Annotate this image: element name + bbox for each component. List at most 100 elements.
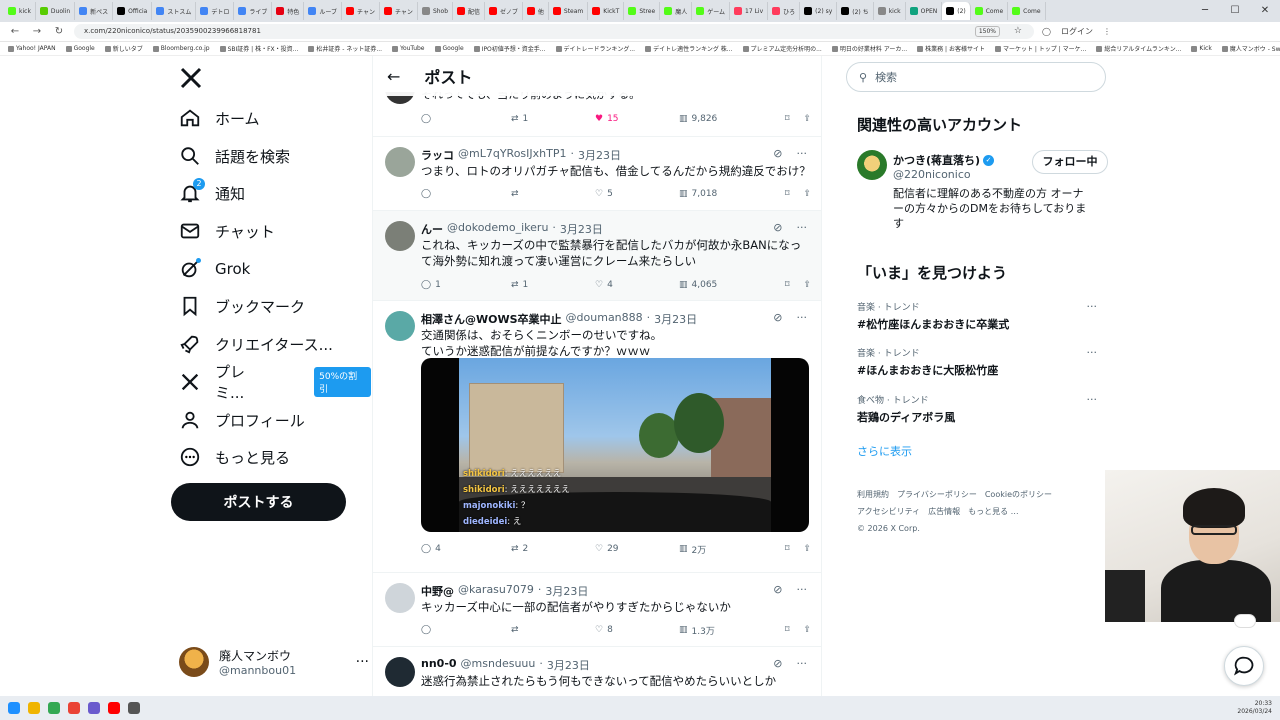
account-switcher[interactable]: 廃人マンボウ @mannbou01 ··· <box>179 644 369 680</box>
reply-action[interactable]: ◯ <box>421 625 511 635</box>
tweet[interactable]: ラッコ @mL7qYRosIJxhTP1 · 3月23日 ⊘ ··· つまり、ロトのオリパガ… <box>373 136 821 210</box>
bookmark-icon[interactable]: ⌑ <box>785 625 790 635</box>
minimize-button[interactable]: ─ <box>1190 0 1220 22</box>
browser-tab[interactable]: Come <box>1008 2 1046 20</box>
bookmark-icon[interactable]: ⌑ <box>785 114 790 124</box>
maximize-button[interactable]: ☐ <box>1220 0 1250 22</box>
nav-item[interactable]: ホーム <box>179 100 260 136</box>
close-window-button[interactable]: ✕ <box>1250 0 1280 22</box>
share-icon[interactable]: ⇪ <box>803 625 811 635</box>
browser-tab[interactable]: チャン <box>380 2 418 20</box>
share-icon[interactable]: ⇪ <box>803 544 811 554</box>
author-handle[interactable]: @mL7qYRosIJxhTP1 <box>458 147 566 163</box>
browser-tab[interactable]: KickT <box>588 2 625 20</box>
nav-item[interactable]: クリエイタース... <box>179 326 333 362</box>
author-name[interactable]: nn0-0 <box>421 657 457 673</box>
heart-action[interactable]: ♡ 29 <box>595 544 679 554</box>
more-dots-icon[interactable]: ··· <box>1087 393 1098 406</box>
bookmark-item[interactable]: SBI証券 | 株・FX・投資... <box>219 44 298 53</box>
browser-tab[interactable]: Duolin <box>36 2 76 20</box>
profile-icon[interactable]: ◯ <box>1042 27 1051 36</box>
nav-item[interactable]: 2 通知 <box>179 175 245 211</box>
show-more-link[interactable]: さらに表示 <box>857 443 912 459</box>
views-action[interactable]: ▥ 4,065 <box>679 280 769 290</box>
browser-tab[interactable]: Shob <box>418 2 454 20</box>
footer-link[interactable]: Cookieのポリシー <box>985 490 1052 499</box>
tweet[interactable]: 中野@ @karasu7079 · 3月23日 ⊘ ··· キッカーズ中心に一部の配信者がや… <box>373 572 821 646</box>
app-icon[interactable] <box>88 702 100 714</box>
browser-tab[interactable]: Steam <box>549 2 589 20</box>
footer-link[interactable]: アクセシビリティ <box>857 507 920 516</box>
browser-tab[interactable]: 他 <box>523 2 549 20</box>
browser-tab[interactable]: ひろ <box>768 2 801 20</box>
bookmark-item[interactable]: 松井証券 - ネット証券... <box>308 44 382 53</box>
video-player[interactable]: shikidori: ええええええ shikidori: えええええええ majon… <box>421 358 809 532</box>
more-dots-icon[interactable]: ··· <box>797 311 808 324</box>
bookmark-item[interactable]: 魔人マンボウ - Switch <box>1221 44 1280 53</box>
start-icon[interactable] <box>8 702 20 714</box>
explorer-icon[interactable] <box>28 702 40 714</box>
bookmark-item[interactable]: 明日の好業材料 アーカ... <box>831 44 907 53</box>
trend-item[interactable]: 食べ物 · トレンド 若鶏のディアボラ風 ··· <box>857 393 1097 425</box>
avatar[interactable] <box>385 657 415 687</box>
grok-icon[interactable]: ⊘ <box>773 583 782 596</box>
heart-action[interactable]: ♥ 15 <box>595 114 679 124</box>
bookmark-item[interactable]: マーケット | トップ | マーケ... <box>994 44 1086 53</box>
views-action[interactable]: ▥ 2万 <box>679 543 769 556</box>
url-input[interactable]: x.com/220niconico/status/203590023996681… <box>74 24 1034 39</box>
more-dots-icon[interactable]: ··· <box>797 221 808 234</box>
browser-tab[interactable]: ストスム <box>152 2 197 20</box>
forward-nav-icon[interactable]: → <box>30 26 44 37</box>
reply-action[interactable]: ◯ 4 <box>421 544 511 554</box>
messages-fab[interactable] <box>1224 646 1264 686</box>
reply-action[interactable]: ◯ 1 <box>421 280 511 290</box>
back-nav-icon[interactable]: ← <box>8 26 22 37</box>
author-name[interactable]: ラッコ <box>421 147 454 163</box>
grok-icon[interactable]: ⊘ <box>773 311 782 324</box>
browser-tab[interactable]: (2) ち <box>837 2 874 20</box>
views-action[interactable]: ▥ 7,018 <box>679 189 769 199</box>
bookmark-icon[interactable]: ⌑ <box>785 280 790 290</box>
author-name[interactable]: んー <box>421 221 443 237</box>
grok-icon[interactable]: ⊘ <box>773 657 782 670</box>
bookmark-item[interactable]: IPO初値予想・資金手... <box>473 44 546 53</box>
bookmark-item[interactable]: デイトレードランキング... <box>555 44 635 53</box>
youtube-icon[interactable] <box>108 702 120 714</box>
nav-item[interactable]: もっと見る <box>179 439 290 475</box>
following-button[interactable]: フォロー中 <box>1032 150 1108 174</box>
footer-link[interactable]: プライバシーポリシー <box>897 490 977 499</box>
avatar[interactable] <box>385 147 415 177</box>
bookmark-item[interactable]: プレミアム定売分析明の... <box>742 44 822 53</box>
bookmark-item[interactable]: 新しいタブ <box>104 44 143 53</box>
tweet-date[interactable]: 3月23日 <box>547 657 590 673</box>
bookmark-item[interactable]: 総合リアルタイムランキン... <box>1096 44 1181 53</box>
back-arrow-icon[interactable]: ← <box>387 67 400 86</box>
browser-tab[interactable]: 特色 <box>272 2 305 20</box>
more-dots-icon[interactable]: ··· <box>797 147 808 160</box>
author-handle[interactable]: @karasu7079 <box>458 583 534 599</box>
share-icon[interactable]: ⇪ <box>803 280 811 290</box>
reply-action[interactable]: ◯ <box>421 189 511 199</box>
x-logo-icon[interactable] <box>179 66 203 90</box>
bookmark-item[interactable]: Bloomberg.co.jp <box>152 45 210 52</box>
browser-tab[interactable]: OPEN <box>906 2 943 20</box>
retweet-action[interactable]: ⇄ 1 <box>511 114 595 124</box>
browser-tab[interactable]: kick <box>874 2 906 20</box>
promo-badge[interactable]: 50%の割引 <box>314 367 371 397</box>
author-handle[interactable]: @msndesuuu <box>461 657 536 673</box>
post-button[interactable]: ポストする <box>171 483 346 521</box>
views-action[interactable]: ▥ 9,826 <box>679 114 769 124</box>
nav-item[interactable]: プレミ... 50%の割引 <box>179 363 371 402</box>
more-dots-icon[interactable]: ··· <box>797 657 808 670</box>
bookmark-item[interactable]: Yahoo! JAPAN <box>8 45 56 52</box>
browser-tab[interactable]: (2) sy <box>800 2 838 20</box>
retweet-action[interactable]: ⇄ 2 <box>511 544 595 554</box>
tweet[interactable]: 相澤さん@WOWS卒業中止 @douman888 · 3月23日 ⊘ ··· 交通関係は、お… <box>373 300 821 572</box>
chrome-icon[interactable] <box>48 702 60 714</box>
browser-tab[interactable]: チャン <box>342 2 380 20</box>
nav-item[interactable]: ブックマーク <box>179 288 305 324</box>
tweet[interactable]: nn0-0 @msndesuuu · 3月23日 ⊘ ··· 迷惑行為禁止されたらもう何もで… <box>373 646 821 696</box>
bookmark-item[interactable]: 株業務 | お客様サイト <box>917 44 985 53</box>
browser-tab[interactable]: ルーブ <box>304 2 343 20</box>
bookmark-icon[interactable]: ⌑ <box>785 189 790 199</box>
